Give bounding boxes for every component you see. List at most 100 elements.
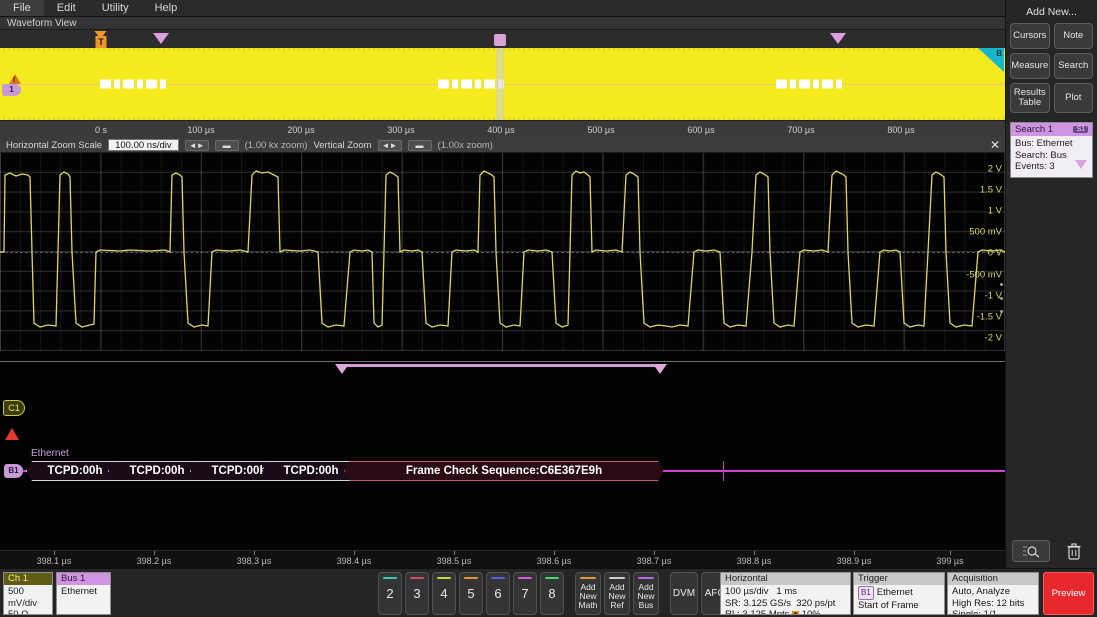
plot-scroll-handle[interactable] <box>998 283 1004 313</box>
vertical-zoom-label: Vertical Zoom <box>313 140 371 151</box>
preview-button[interactable]: Preview <box>1043 572 1094 615</box>
right-sidebar: Add New... Cursors Note Measure Search R… <box>1005 0 1097 568</box>
add-cursors-button[interactable]: Cursors <box>1010 23 1050 49</box>
time-tick: 398.4 µs <box>337 556 372 566</box>
search-results-band[interactable] <box>0 358 1005 376</box>
horizontal-zoom-nudge-button[interactable]: ◄► <box>185 140 209 151</box>
channel-5-button[interactable]: 5 <box>459 572 483 615</box>
bottom-bar: Ch 1 500 mV/div 50 Ω 500 MHz Bus 1 Ether… <box>0 568 1097 617</box>
add-measure-button[interactable]: Measure <box>1010 53 1050 79</box>
zoom-icon[interactable] <box>1012 540 1050 562</box>
bus-end-marker-label: B <box>996 49 1002 58</box>
voltage-tick: 1.5 V <box>980 185 1002 196</box>
search-badge-header: Search 1 S1 <box>1011 123 1092 136</box>
acquisition-panel-title: Acquisition <box>948 573 1038 585</box>
bus-decode-area[interactable]: Ethernet B1 TCPD:00h TCPD:00h TCPD:00h T… <box>0 428 1005 478</box>
horizontal-panel[interactable]: Horizontal 100 µs/div 1 ms SR: 3.125 GS/… <box>720 572 851 615</box>
menu-item-edit[interactable]: Edit <box>44 0 89 16</box>
waveform-plot[interactable]: C1 2 V 1.5 V 1 V 500 mV 0 V -500 mV -1 V… <box>0 153 1005 550</box>
search-marker[interactable] <box>153 33 169 44</box>
time-tick: 398.7 µs <box>637 556 672 566</box>
add-new-bus-button[interactable]: AddNewBus <box>633 572 659 615</box>
bus-packet-row[interactable]: B1 TCPD:00h TCPD:00h TCPD:00h TCPD:00h F… <box>0 461 1005 481</box>
acquisition-panel[interactable]: Acquisition Auto, Analyze High Res: 12 b… <box>947 572 1039 615</box>
trigger-level-icon[interactable] <box>5 428 19 440</box>
channel-7-button[interactable]: 7 <box>513 572 537 615</box>
channel-2-button[interactable]: 2 <box>378 572 402 615</box>
bus-1-badge-body: Ethernet <box>57 585 110 599</box>
channel-1-scale: 500 mV/div <box>8 586 48 609</box>
add-new-title: Add New... <box>1006 0 1097 23</box>
overview-handle-label: 1 <box>2 84 21 96</box>
channel-8-button[interactable]: 8 <box>540 572 564 615</box>
overview-time-ruler[interactable]: 0 s 100 µs 200 µs 300 µs 400 µs 500 µs 6… <box>0 120 1005 138</box>
bus-1-badge-title: Bus 1 <box>57 573 110 585</box>
warning-icon <box>9 74 21 84</box>
bus-packet-fcs[interactable]: Frame Check Sequence:C6E367E9h <box>344 461 664 481</box>
channel-1-badge-body: 500 mV/div 50 Ω 500 MHz <box>4 585 52 615</box>
channel-2-color-stripe <box>383 577 397 579</box>
search-result-marker[interactable] <box>653 364 667 374</box>
close-icon[interactable]: ✕ <box>990 139 1000 151</box>
trash-icon[interactable] <box>1056 540 1092 562</box>
trigger-condition: Start of Frame <box>858 600 940 612</box>
channel-1-impedance: 50 Ω <box>8 609 48 615</box>
channel-8-color-stripe <box>545 577 559 579</box>
overview-channel-handle[interactable]: 1 <box>2 74 26 96</box>
bus-cursor[interactable] <box>723 461 724 481</box>
oscilloscope-app: File Edit Utility Help Waveform View 1 <box>0 0 1097 617</box>
channel-6-label: 6 <box>494 586 501 601</box>
channel-6-button[interactable]: 6 <box>486 572 510 615</box>
overview-tick: 400 µs <box>487 125 514 135</box>
sample-rate: SR: 3.125 GS/s <box>725 598 791 609</box>
channel-7-color-stripe <box>518 577 532 579</box>
bus-handle[interactable]: B1 <box>4 464 23 478</box>
channel-1-badge[interactable]: Ch 1 500 mV/div 50 Ω 500 MHz <box>3 572 53 615</box>
bus-1-badge[interactable]: Bus 1 Ethernet <box>56 572 111 615</box>
trigger-marker[interactable]: T <box>95 31 108 48</box>
channel-button-row: 2 3 4 5 6 7 8 <box>378 572 729 615</box>
menu-item-help[interactable]: Help <box>142 0 191 16</box>
horizontal-panel-body: 100 µs/div 1 ms SR: 3.125 GS/s 320 ps/pt… <box>721 585 850 615</box>
horizontal-zoom-scale-input[interactable]: 100.00 ns/div <box>108 139 179 151</box>
dvm-button[interactable]: DVM <box>670 572 698 615</box>
acquisition-resolution: High Res: 12 bits <box>952 598 1034 610</box>
overview-strip[interactable]: 1 T B 0 s 100 µs 200 µs 300 µs 400 µs 50… <box>0 30 1005 138</box>
overview-tick: 200 µs <box>287 125 314 135</box>
overview-packet-group <box>438 80 504 89</box>
time-ruler[interactable]: 398.1 µs 398.2 µs 398.3 µs 398.4 µs 398.… <box>0 550 1005 568</box>
bus-end-marker[interactable]: B <box>978 48 1004 72</box>
channel-1-handle[interactable]: C1 <box>3 400 25 416</box>
add-note-button[interactable]: Note <box>1054 23 1094 49</box>
search-result-marker[interactable] <box>335 364 349 374</box>
channel-4-button[interactable]: 4 <box>432 572 456 615</box>
voltage-tick: 500 mV <box>969 227 1002 238</box>
trigger-panel[interactable]: Trigger B1Ethernet Start of Frame <box>853 572 945 615</box>
search-badge-caret-icon[interactable] <box>1075 160 1087 169</box>
menu-item-file[interactable]: File <box>0 0 44 16</box>
horizontal-zoom-pan-button[interactable]: ▬ <box>215 140 239 151</box>
overview-tick: 700 µs <box>787 125 814 135</box>
channel-1-badge-title: Ch 1 <box>4 573 52 585</box>
acquisition-sequence: Single: 1/1 <box>952 609 1034 615</box>
overview-tick: 100 µs <box>187 125 214 135</box>
add-new-ref-button[interactable]: AddNewRef <box>604 572 630 615</box>
menu-item-utility[interactable]: Utility <box>89 0 142 16</box>
vertical-zoom-pan-button[interactable]: ▬ <box>408 140 432 151</box>
time-tick: 398.3 µs <box>237 556 272 566</box>
channel-8-label: 8 <box>548 586 555 601</box>
channel-3-button[interactable]: 3 <box>405 572 429 615</box>
bus-1-type: Ethernet <box>61 586 106 598</box>
add-search-button[interactable]: Search <box>1054 53 1094 79</box>
zoom-region-handle[interactable] <box>494 34 506 46</box>
add-new-math-button[interactable]: AddNewMath <box>575 572 601 615</box>
menu-bar: File Edit Utility Help <box>0 0 1097 17</box>
add-results-table-button[interactable]: Results Table <box>1010 83 1050 113</box>
search-marker[interactable] <box>830 33 846 44</box>
add-new-bus-label: AddNewBus <box>637 583 654 610</box>
add-plot-button[interactable]: Plot <box>1054 83 1094 113</box>
trigger-marker-label: T <box>96 36 107 48</box>
voltage-tick: 2 V <box>988 164 1002 175</box>
vertical-zoom-nudge-button[interactable]: ◄► <box>378 140 402 151</box>
search-badge[interactable]: Search 1 S1 Bus: Ethernet Search: Bus Ev… <box>1010 122 1093 178</box>
